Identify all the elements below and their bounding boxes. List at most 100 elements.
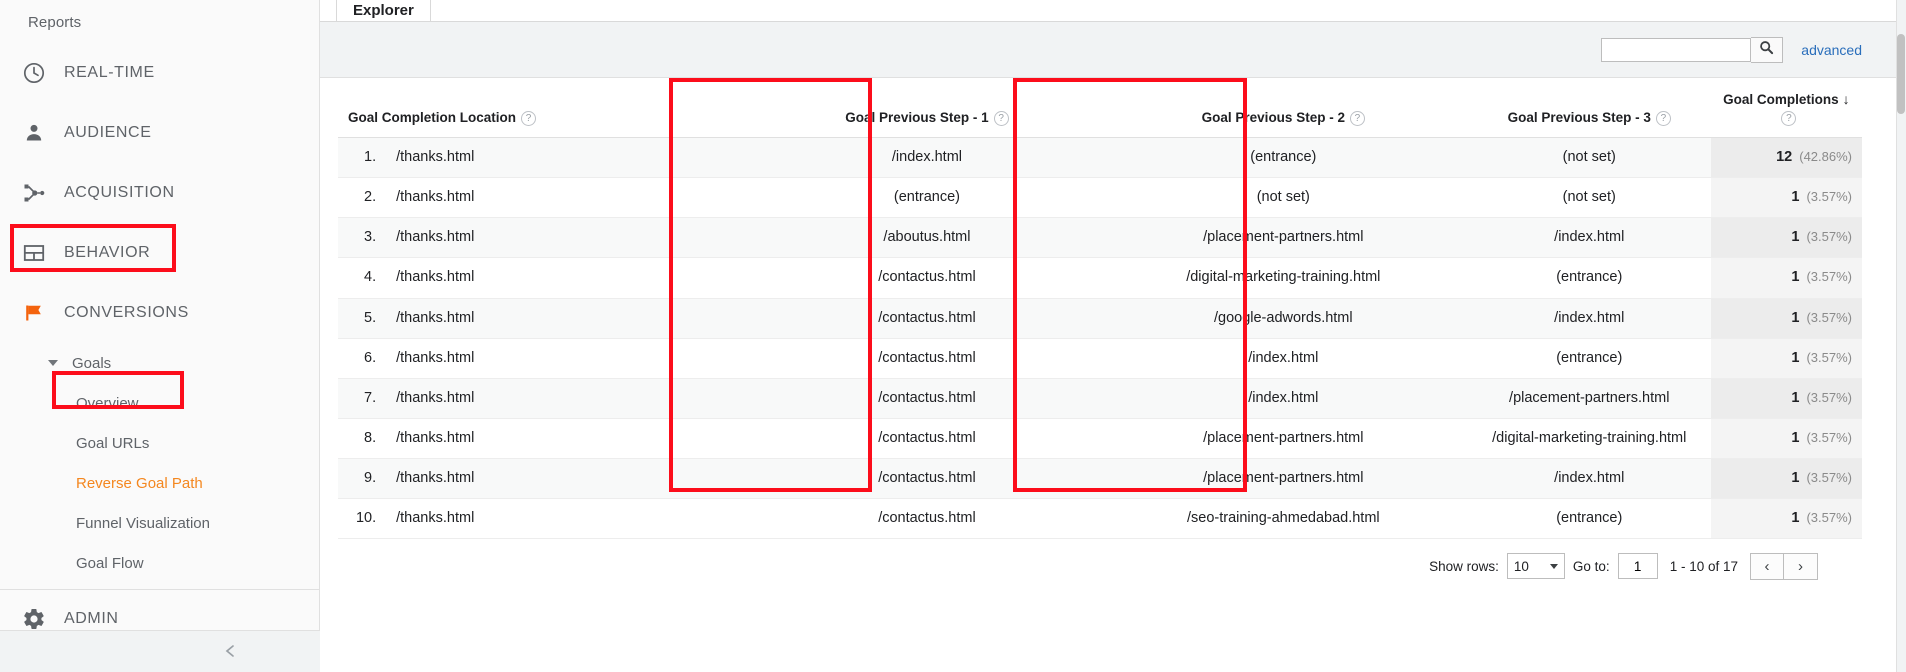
table-row[interactable]: 8./thanks.html/contactus.html/placement-… bbox=[338, 418, 1862, 459]
cell-goal-previous-step-2[interactable]: /placement-partners.html bbox=[1098, 458, 1468, 499]
search-input[interactable] bbox=[1601, 37, 1752, 62]
help-icon[interactable]: ? bbox=[521, 111, 536, 127]
cell-goal-completions: 1 (3.57%) bbox=[1710, 378, 1862, 419]
cell-goal-previous-step-2[interactable]: (not set) bbox=[1098, 177, 1468, 219]
cell-goal-previous-step-2[interactable]: /index.html bbox=[1098, 338, 1468, 379]
table-row[interactable]: 4./thanks.html/contactus.html/digital-ma… bbox=[338, 257, 1862, 299]
cell-goal-previous-step-3[interactable]: (entrance) bbox=[1467, 338, 1711, 379]
cell-goal-completion-location[interactable]: /thanks.html bbox=[386, 217, 756, 259]
cell-goal-previous-step-1[interactable]: /index.html bbox=[755, 137, 1099, 179]
cell-goal-previous-step-3[interactable]: (not set) bbox=[1467, 137, 1711, 179]
sidebar-item-reverse-goal-path[interactable]: Reverse Goal Path bbox=[0, 463, 319, 503]
cell-goal-previous-step-2[interactable]: /placement-partners.html bbox=[1098, 217, 1468, 259]
cell-goal-previous-step-3[interactable]: /placement-partners.html bbox=[1467, 378, 1711, 419]
cell-goal-completion-location[interactable]: /thanks.html bbox=[386, 177, 756, 219]
table-row[interactable]: 6./thanks.html/contactus.html/index.html… bbox=[338, 338, 1862, 379]
cell-goal-previous-step-1[interactable]: /contactus.html bbox=[755, 498, 1099, 539]
cell-goal-completion-location[interactable]: /thanks.html bbox=[386, 458, 756, 499]
sidebar-item-audience[interactable]: AUDIENCE bbox=[0, 103, 319, 163]
cell-goal-previous-step-1[interactable]: /contactus.html bbox=[755, 298, 1099, 339]
goal-completions-percent: (42.86%) bbox=[1799, 149, 1852, 165]
cell-goal-previous-step-1[interactable]: /contactus.html bbox=[755, 257, 1099, 299]
cell-goal-previous-step-2[interactable]: /placement-partners.html bbox=[1098, 418, 1468, 459]
header-goal-completions[interactable]: Goal Completions ↓ ? bbox=[1710, 78, 1862, 139]
sidebar-item-behavior[interactable]: BEHAVIOR bbox=[0, 223, 319, 283]
sidebar-item-label: Goal Flow bbox=[76, 554, 144, 572]
cell-goal-previous-step-1[interactable]: /contactus.html bbox=[755, 418, 1099, 459]
cell-goal-previous-step-3[interactable]: /index.html bbox=[1467, 217, 1711, 259]
cell-goal-previous-step-3[interactable]: /index.html bbox=[1467, 458, 1711, 499]
next-page-button[interactable]: › bbox=[1784, 552, 1818, 580]
sidebar-item-acquisition[interactable]: ACQUISITION bbox=[0, 163, 319, 223]
cell-goal-completion-location[interactable]: /thanks.html bbox=[386, 257, 756, 299]
sidebar-item-label: Reverse Goal Path bbox=[76, 474, 203, 492]
table-row[interactable]: 9./thanks.html/contactus.html/placement-… bbox=[338, 458, 1862, 499]
cell-goal-previous-step-3[interactable]: /digital-marketing-training.html bbox=[1467, 418, 1711, 459]
cell-goal-previous-step-3[interactable]: (entrance) bbox=[1467, 257, 1711, 299]
table-row[interactable]: 10./thanks.html/contactus.html/seo-train… bbox=[338, 498, 1862, 539]
cell-goal-previous-step-3[interactable]: (entrance) bbox=[1467, 498, 1711, 539]
table-row[interactable]: 1./thanks.html/index.html (entrance) (not … bbox=[338, 137, 1862, 179]
sidebar-group-goals[interactable]: Goals bbox=[0, 343, 319, 383]
page-scrollbar-track[interactable] bbox=[1896, 0, 1906, 672]
help-icon[interactable]: ? bbox=[993, 111, 1009, 127]
table-row[interactable]: 5./thanks.html/contactus.html/google-adw… bbox=[338, 298, 1862, 339]
cell-goal-previous-step-1[interactable]: /contactus.html bbox=[755, 458, 1099, 499]
sort-desc-icon[interactable]: ↓ bbox=[1843, 91, 1850, 107]
sidebar-item-goal-flow[interactable]: Goal Flow bbox=[0, 543, 319, 583]
help-icon[interactable]: ? bbox=[1349, 111, 1365, 127]
cell-goal-previous-step-2[interactable]: /seo-training-ahmedabad.html bbox=[1098, 498, 1468, 539]
collapse-sidebar-icon[interactable] bbox=[222, 643, 238, 664]
advanced-link[interactable]: advanced bbox=[1801, 42, 1862, 58]
goto-page-input[interactable] bbox=[1617, 553, 1658, 580]
cell-goal-completion-location[interactable]: /thanks.html bbox=[386, 378, 756, 419]
sidebar-item-real-time[interactable]: REAL-TIME bbox=[0, 43, 319, 103]
cell-goal-completion-location[interactable]: /thanks.html bbox=[386, 418, 756, 459]
table-row[interactable]: 7./thanks.html/contactus.html/index.html… bbox=[338, 378, 1862, 419]
analytics-page: Reports REAL-TIME AUDIENCE ACQUISITION B… bbox=[0, 0, 1906, 672]
cell-goal-previous-step-1[interactable]: /contactus.html bbox=[755, 338, 1099, 379]
cell-goal-previous-step-3[interactable]: (not set) bbox=[1467, 177, 1711, 219]
rows-per-page-select[interactable]: 10 bbox=[1506, 553, 1565, 580]
goal-completions-value: 1 bbox=[1791, 309, 1800, 326]
cell-goal-previous-step-1[interactable]: (entrance) bbox=[755, 177, 1099, 219]
cell-goal-previous-step-2[interactable]: (entrance) bbox=[1098, 137, 1468, 179]
cell-goal-previous-step-2[interactable]: /index.html bbox=[1098, 378, 1468, 419]
cell-goal-completion-location[interactable]: /thanks.html bbox=[386, 338, 756, 379]
search-group: advanced bbox=[1601, 36, 1862, 63]
cell-goal-previous-step-1[interactable]: /contactus.html bbox=[755, 378, 1099, 419]
header-goal-previous-step-3[interactable]: Goal Previous Step - 3? bbox=[1467, 78, 1711, 139]
goal-completions-percent: (3.57%) bbox=[1806, 429, 1852, 445]
cell-goal-previous-step-3[interactable]: /index.html bbox=[1467, 298, 1711, 339]
sidebar-item-goal-urls[interactable]: Goal URLs bbox=[0, 423, 319, 463]
cell-goal-previous-step-2[interactable]: /digital-marketing-training.html bbox=[1098, 257, 1468, 299]
cell-goal-completion-location[interactable]: /thanks.html bbox=[386, 298, 756, 339]
page-scrollbar-thumb[interactable] bbox=[1897, 34, 1905, 114]
header-goal-completion-location[interactable]: Goal Completion Location? bbox=[338, 78, 756, 139]
search-button[interactable] bbox=[1751, 36, 1784, 63]
tab-bar: Explorer bbox=[320, 0, 1906, 22]
cell-goal-previous-step-2[interactable]: /google-adwords.html bbox=[1098, 298, 1468, 339]
cell-goal-completion-location[interactable]: /thanks.html bbox=[386, 137, 756, 179]
cell-goal-completion-location[interactable]: /thanks.html bbox=[386, 498, 756, 539]
tab-label: Explorer bbox=[353, 2, 414, 19]
header-goal-previous-step-1[interactable]: Goal Previous Step - 1? bbox=[755, 78, 1099, 139]
header-goal-previous-step-2[interactable]: Goal Previous Step - 2? bbox=[1098, 78, 1468, 139]
goal-completions-percent: (3.57%) bbox=[1806, 389, 1852, 405]
sidebar-item-funnel-visualization[interactable]: Funnel Visualization bbox=[0, 503, 319, 543]
help-icon[interactable]: ? bbox=[1655, 111, 1671, 127]
cell-goal-previous-step-1[interactable]: /aboutus.html bbox=[755, 217, 1099, 259]
prev-page-button[interactable]: ‹ bbox=[1750, 552, 1784, 580]
goal-completions-percent: (3.57%) bbox=[1806, 509, 1852, 525]
sidebar-item-overview[interactable]: Overview bbox=[0, 383, 319, 423]
row-index: 3. bbox=[338, 217, 387, 259]
sidebar-item-conversions[interactable]: CONVERSIONS bbox=[0, 283, 319, 343]
goal-completions-percent: (3.57%) bbox=[1806, 229, 1852, 245]
rows-per-page-value: 10 bbox=[1513, 558, 1529, 574]
help-icon[interactable]: ? bbox=[1781, 111, 1797, 127]
tab-explorer[interactable]: Explorer bbox=[336, 0, 431, 21]
table-row[interactable]: 2./thanks.html (entrance) (not set) (not se… bbox=[338, 177, 1862, 219]
row-index: 1. bbox=[338, 137, 387, 179]
cell-goal-completions: 1 (3.57%) bbox=[1710, 177, 1862, 219]
table-row[interactable]: 3./thanks.html/aboutus.html/placement-pa… bbox=[338, 217, 1862, 259]
